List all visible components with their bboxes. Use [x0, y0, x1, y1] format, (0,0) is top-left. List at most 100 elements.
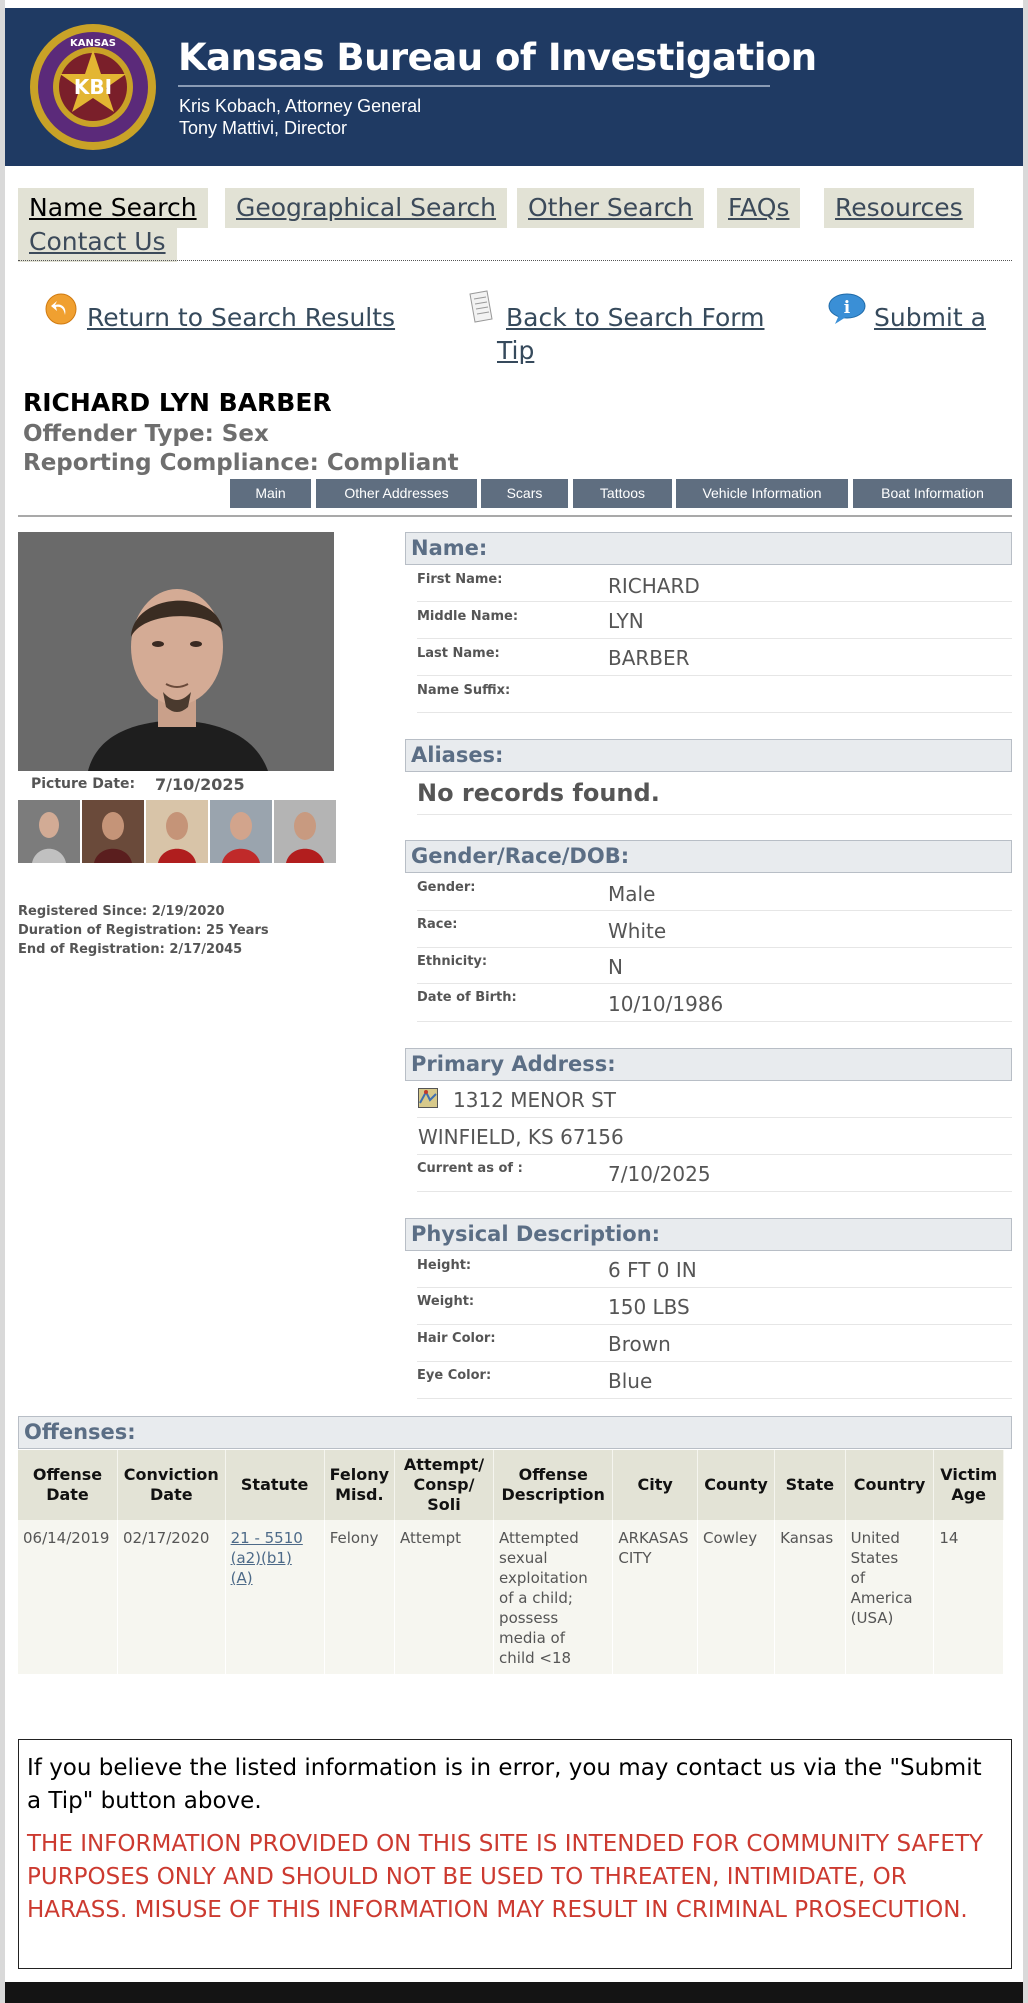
seal-state-text: KANSAS	[70, 38, 116, 49]
dob-label: Date of Birth:	[417, 990, 517, 1005]
ethnicity-value: N	[608, 955, 623, 979]
last-name-label: Last Name:	[417, 646, 500, 661]
statute-link[interactable]: 21 - 5510 (a2)(b1) (A)	[231, 1529, 303, 1587]
city-cell: ARKASAS CITY	[613, 1520, 698, 1674]
col-offense-date: Offense Date	[18, 1450, 118, 1520]
seal-kbi-text: KBI	[74, 75, 112, 99]
address-section-header: Primary Address:	[405, 1048, 1012, 1081]
race-label: Race:	[417, 917, 458, 932]
offenses-section-header: Offenses:	[18, 1416, 1012, 1449]
tab-faqs[interactable]: FAQs	[717, 188, 801, 228]
subtab-vehicle-information[interactable]: Vehicle Information	[676, 479, 848, 508]
race-row: Race: White	[417, 911, 1012, 948]
country-cell: United States of America (USA)	[845, 1520, 935, 1674]
subtab-boat-information[interactable]: Boat Information	[853, 479, 1012, 508]
tab-resources[interactable]: Resources	[824, 188, 974, 228]
aliases-empty-message: No records found.	[417, 779, 660, 807]
tab-contact-us[interactable]: Contact Us	[18, 222, 177, 262]
height-value: 6 FT 0 IN	[608, 1258, 697, 1282]
picture-date-value: 7/10/2025	[155, 775, 245, 794]
attorney-general-line: Kris Kobach, Attorney General	[179, 96, 422, 116]
registration-end: End of Registration: 2/17/2045	[18, 942, 243, 957]
subtab-divider	[18, 515, 1012, 517]
svg-text:i: i	[844, 298, 851, 318]
street-row: 1312 MENOR ST	[417, 1082, 1012, 1118]
current-as-of-row: Current as of : 7/10/2025	[417, 1155, 1012, 1192]
col-felony-misd: Felony Misd.	[324, 1450, 395, 1520]
map-icon[interactable]	[418, 1088, 438, 1108]
info-bubble-icon[interactable]: i	[827, 292, 867, 326]
photo-thumbnail[interactable]	[146, 800, 208, 863]
middle-name-row: Middle Name: LYN	[417, 602, 1012, 639]
middle-name-label: Middle Name:	[417, 609, 519, 624]
name-suffix-label: Name Suffix:	[417, 683, 511, 698]
description-cell: Attempted sexual exploitation of a child; po…	[494, 1520, 614, 1674]
disclaimer-box: If you believe the listed information is…	[18, 1739, 1012, 1969]
document-icon[interactable]	[467, 290, 495, 324]
registration-duration: Duration of Registration: 25 Years	[18, 923, 269, 938]
demographics-section-header: Gender/Race/DOB:	[405, 840, 1012, 873]
hair-color-row: Hair Color: Brown	[417, 1325, 1012, 1362]
felony-cell: Felony	[324, 1520, 395, 1674]
col-statute: Statute	[225, 1450, 325, 1520]
photo-thumbnail[interactable]	[210, 800, 272, 863]
col-city: City	[613, 1450, 698, 1520]
col-country: Country	[845, 1450, 935, 1520]
col-attempt-consp-soli: Attempt/Consp/Soli	[394, 1450, 495, 1520]
subtab-other-addresses[interactable]: Other Addresses	[316, 479, 477, 508]
first-name-value: RICHARD	[608, 574, 700, 598]
director-line: Tony Mattivi, Director	[179, 118, 348, 138]
tab-geographical-search[interactable]: Geographical Search	[225, 188, 508, 228]
state-cell: Kansas	[775, 1520, 846, 1674]
middle-name-value: LYN	[608, 609, 644, 633]
race-value: White	[608, 919, 667, 943]
last-name-value: BARBER	[608, 646, 690, 670]
return-arrow-icon[interactable]	[44, 292, 78, 326]
name-suffix-row: Name Suffix:	[417, 676, 1012, 713]
gender-row: Gender: Male	[417, 874, 1012, 911]
county-cell: Cowley	[697, 1520, 776, 1674]
offender-photo[interactable]	[18, 532, 334, 771]
return-to-search-results-link[interactable]: Return to Search Results	[87, 303, 395, 332]
back-to-search-form-link-wrap[interactable]: Tip	[497, 336, 534, 365]
current-as-of-label: Current as of :	[417, 1161, 523, 1176]
nav-divider	[18, 260, 1012, 261]
offender-full-name: RICHARD LYN BARBER	[23, 388, 332, 417]
offender-type: Offender Type: Sex	[23, 421, 269, 447]
back-to-search-form-link[interactable]: Back to Search Form	[506, 303, 765, 332]
submit-a-tip-link[interactable]: Submit a	[874, 303, 986, 332]
disclaimer-text: If you believe the listed information is…	[27, 1755, 982, 1814]
gender-value: Male	[608, 882, 656, 906]
height-label: Height:	[417, 1258, 472, 1273]
subtab-main[interactable]: Main	[230, 479, 311, 508]
offense-row: 06/14/2019 02/17/2020 21 - 5510 (a2)(b1)(…	[18, 1520, 1004, 1674]
kbi-seal-logo[interactable]: KBI KANSAS	[28, 22, 158, 152]
offense-date-cell: 06/14/2019	[18, 1520, 118, 1674]
aliases-row: No records found.	[417, 773, 1012, 815]
photo-thumbnail[interactable]	[18, 800, 80, 863]
weight-row: Weight: 150 LBS	[417, 1288, 1012, 1325]
reporting-compliance: Reporting Compliance: Compliant	[23, 450, 459, 476]
col-state: State	[775, 1450, 846, 1520]
tab-other-search[interactable]: Other Search	[517, 188, 704, 228]
footer-bar	[5, 1982, 1023, 2003]
name-section-header: Name:	[405, 532, 1012, 565]
subtab-scars[interactable]: Scars	[481, 479, 568, 508]
weight-value: 150 LBS	[608, 1295, 690, 1319]
col-offense-description: Offense Description	[494, 1450, 614, 1520]
photo-thumbnail[interactable]	[274, 800, 336, 863]
photo-thumbnail[interactable]	[82, 800, 144, 863]
dob-row: Date of Birth: 10/10/1986	[417, 984, 1012, 1022]
title-divider	[178, 85, 770, 87]
eye-color-label: Eye Color:	[417, 1368, 492, 1383]
hair-color-value: Brown	[608, 1332, 671, 1356]
dob-value: 10/10/1986	[608, 992, 724, 1016]
physical-section-header: Physical Description:	[405, 1218, 1012, 1251]
eye-color-row: Eye Color: Blue	[417, 1362, 1012, 1399]
eye-color-value: Blue	[608, 1369, 653, 1393]
offenses-header-row: Offense Date Conviction Date Statute Felon…	[18, 1450, 1004, 1520]
subtab-tattoos[interactable]: Tattoos	[573, 479, 672, 508]
current-as-of-value: 7/10/2025	[608, 1162, 711, 1186]
picture-date-label: Picture Date:	[31, 776, 136, 792]
page: KBI KANSAS Kansas Bureau of Investigatio…	[5, 0, 1023, 2003]
